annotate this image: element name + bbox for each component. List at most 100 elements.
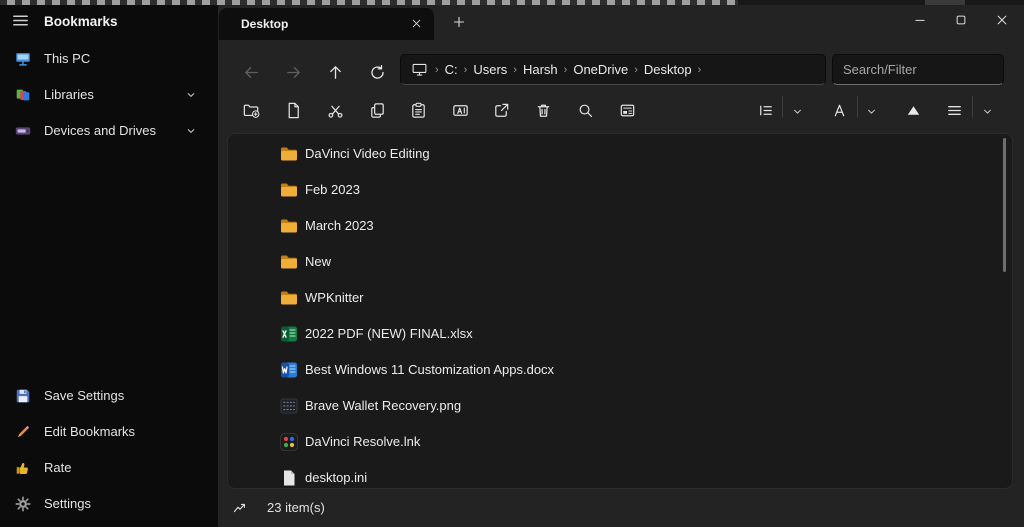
breadcrumb-segment-harsh[interactable]: Harsh [520,60,561,79]
share-button[interactable] [484,91,518,123]
folder-icon [279,180,299,200]
toolbar-divider [972,96,973,118]
breadcrumb-separator: › [432,64,442,76]
sidebar-item-settings[interactable]: Settings [0,486,218,522]
breadcrumb-separator: › [695,64,705,76]
tab-desktop[interactable]: Desktop [219,8,434,40]
tab-close-button[interactable] [405,13,427,35]
minimize-icon [913,15,927,30]
refresh-icon [360,63,394,82]
refresh-button[interactable] [360,53,394,85]
back-button[interactable] [234,53,268,85]
file-row[interactable]: Feb 2023 [230,172,1010,208]
breadcrumb-segment-users[interactable]: Users [470,60,510,79]
plus-icon [452,17,466,32]
file-row[interactable]: Brave Wallet Recovery.png [230,388,1010,424]
layout-button[interactable] [748,91,782,123]
sidebar-item-label: Save Settings [44,378,124,414]
delete-button[interactable] [526,91,560,123]
properties-button[interactable] [610,91,644,123]
file-name: Brave Wallet Recovery.png [305,388,461,424]
breadcrumb-separator: › [561,64,571,76]
file-row[interactable]: New [230,244,1010,280]
paste-button[interactable] [401,91,435,123]
triangle-button[interactable] [896,91,930,123]
file-row[interactable]: desktop.ini [230,460,1010,489]
paste-icon [401,101,435,120]
status-bar: 23 item(s) [218,489,1024,527]
file-row[interactable]: DaVinci Resolve.lnk [230,424,1010,460]
cut-icon [318,101,352,120]
sidebar-item-save-settings[interactable]: Save Settings [0,378,218,414]
menu-dropdown-button[interactable] [976,91,998,123]
breadcrumb-segment-desktop[interactable]: Desktop [641,60,695,79]
cut-button[interactable] [318,91,352,123]
sidebar: Bookmarks This PC Libraries [0,5,218,527]
breadcrumb-segment-onedrive[interactable]: OneDrive [570,60,631,79]
folder-icon [279,288,299,308]
new-folder-button[interactable] [234,91,268,123]
up-button[interactable] [318,53,352,85]
file-row[interactable]: March 2023 [230,208,1010,244]
search-input[interactable] [832,54,1004,85]
sidebar-header: Bookmarks [0,7,218,37]
sidebar-item-libraries[interactable]: Libraries [0,77,218,113]
sort-icon [822,101,856,120]
sidebar-item-edit-bookmarks[interactable]: Edit Bookmarks [0,414,218,450]
triangle-icon [896,101,930,120]
properties-icon [610,101,644,120]
item-count-label: 23 item(s) [267,489,325,527]
sidebar-title: Bookmarks [44,7,118,37]
file-name: desktop.ini [305,460,367,489]
file-row[interactable]: WPKnitter [230,280,1010,316]
vertical-scrollbar-thumb[interactable] [1003,138,1006,272]
breadcrumb-segment-c[interactable]: C: [442,60,461,79]
trend-arrow-icon [232,500,248,516]
layout-dropdown-button[interactable] [786,91,808,123]
hamburger-menu-button[interactable] [6,8,34,36]
menu-button[interactable] [937,91,971,123]
window-maximize-button[interactable] [939,5,983,37]
rename-button[interactable] [443,91,477,123]
file-icon [279,468,299,488]
file-name: March 2023 [305,208,374,244]
sort-button[interactable] [822,91,856,123]
rename-icon [443,101,477,120]
folder-icon [279,144,299,164]
file-row[interactable]: Best Windows 11 Customization Apps.docx [230,352,1010,388]
thumbs-up-icon [14,459,32,477]
chevron-down-icon[interactable] [184,124,198,138]
breadcrumb[interactable]: › C: › Users › Harsh › OneDrive › Deskto… [400,54,826,85]
forward-button[interactable] [276,53,310,85]
window-close-button[interactable] [980,5,1024,37]
copy-button[interactable] [360,91,394,123]
chevron-down-icon [976,105,998,118]
davinci-shortcut-icon [279,432,299,452]
file-row[interactable]: 2022 PDF (NEW) FINAL.xlsx [230,316,1010,352]
sidebar-item-label: This PC [44,41,90,77]
file-row[interactable]: DaVinci Video Editing [230,136,1010,172]
sidebar-item-devices-and-drives[interactable]: Devices and Drives [0,113,218,149]
new-file-button[interactable] [276,91,310,123]
breadcrumb-separator: › [461,64,471,76]
search-button[interactable] [568,91,602,123]
sidebar-item-rate[interactable]: Rate [0,450,218,486]
new-tab-button[interactable] [446,10,472,36]
layout-icon [748,101,782,120]
new-folder-icon [234,101,268,120]
this-pc-icon [14,50,32,68]
computer-icon [411,61,428,78]
excel-file-icon [279,324,299,344]
file-name: DaVinci Resolve.lnk [305,424,420,460]
menu-icon [937,101,971,120]
sort-dropdown-button[interactable] [860,91,882,123]
back-icon [234,63,268,82]
window-minimize-button[interactable] [898,5,942,37]
chevron-down-icon[interactable] [184,88,198,102]
main-panel: Desktop [218,5,1024,527]
chevron-down-icon [786,105,808,118]
sidebar-item-this-pc[interactable]: This PC [0,41,218,77]
breadcrumb-separator: › [510,64,520,76]
file-name: DaVinci Video Editing [305,136,430,172]
word-file-icon [279,360,299,380]
